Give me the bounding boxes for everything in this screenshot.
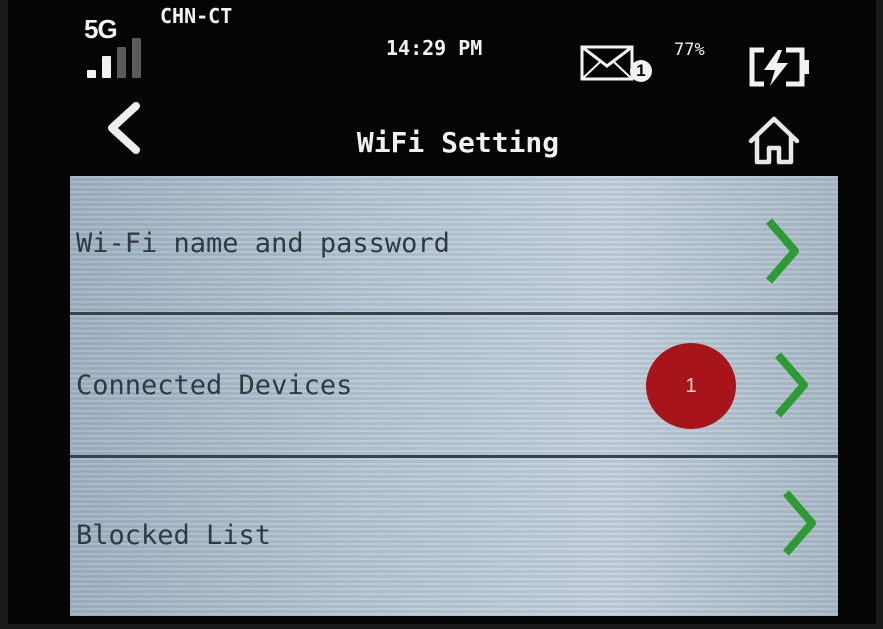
back-chevron-icon[interactable] (98, 100, 154, 156)
connected-count-badge: 1 (646, 343, 736, 429)
menu-item-blocked-list[interactable]: Blocked List (70, 458, 838, 616)
home-icon[interactable] (746, 114, 802, 168)
chevron-right-icon (782, 490, 816, 556)
menu-item-label: Connected Devices (76, 370, 353, 401)
menu-item-wifi-name-password[interactable]: Wi-Fi name and password (70, 176, 838, 315)
device-screen: 5G CHN-CT 14:29 PM 1 77% WiFi Setting Wi… (8, 0, 876, 624)
unread-message-badge: 1 (630, 60, 652, 82)
wifi-settings-menu: Wi-Fi name and password Connected Device… (70, 176, 838, 616)
chevron-right-icon (765, 218, 799, 284)
page-title: WiFi Setting (356, 126, 560, 159)
menu-item-label: Wi-Fi name and password (76, 228, 450, 259)
battery-percent: 77% (674, 40, 705, 60)
battery-charging-icon (749, 47, 809, 87)
status-bar: 5G CHN-CT 14:29 PM 1 77% (8, 0, 876, 92)
menu-item-connected-devices[interactable]: Connected Devices 1 (70, 315, 838, 458)
signal-strength-icon (87, 36, 157, 78)
menu-item-label: Blocked List (76, 520, 272, 551)
carrier-name: CHN-CT (160, 4, 233, 28)
clock: 14:29 PM (386, 36, 483, 60)
chevron-right-icon (774, 352, 808, 418)
